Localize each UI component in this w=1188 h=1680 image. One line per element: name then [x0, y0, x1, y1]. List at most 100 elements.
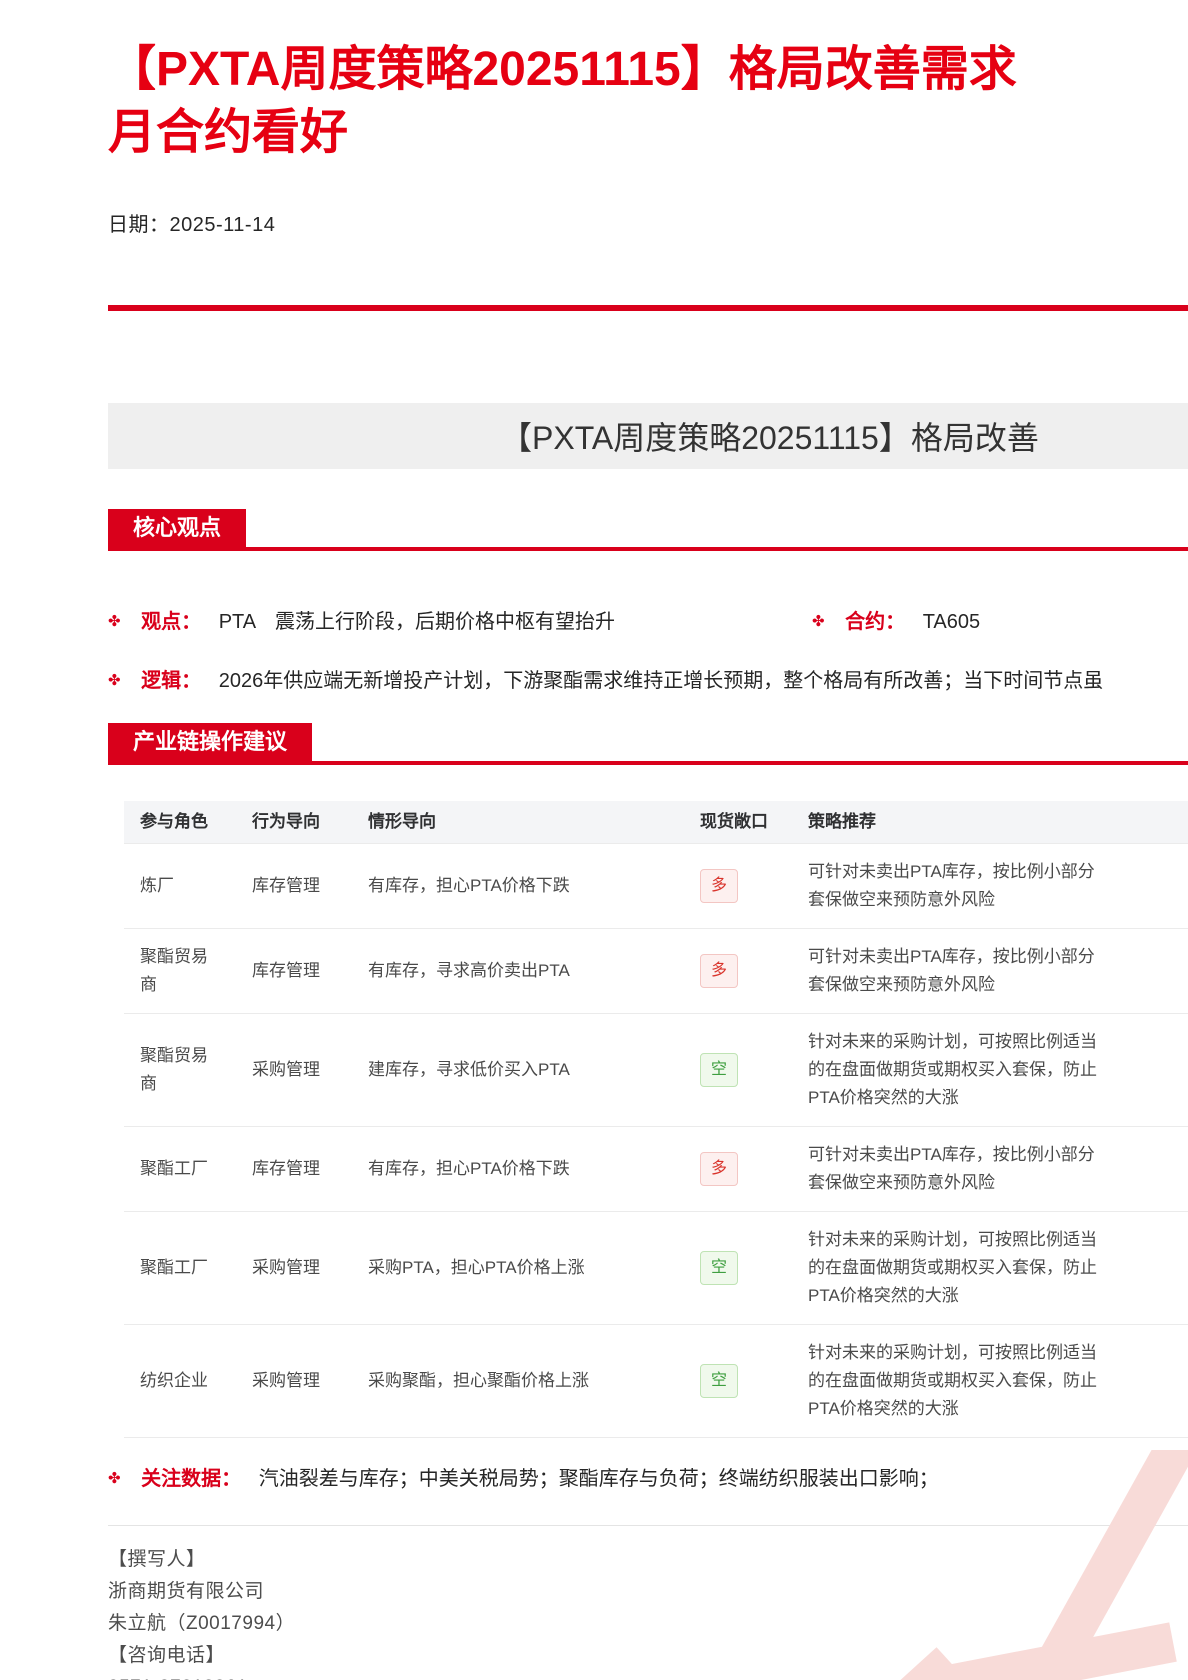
long-exposure-badge: 多	[700, 1152, 738, 1186]
page-title-line-2: 月合约看好	[108, 106, 349, 159]
col-header-behavior: 行为导向	[236, 801, 352, 844]
advice-table-header: 参与角色 行为导向 情形导向 现货敞口 策略推荐	[124, 801, 1188, 844]
strategy-cell: 针对未来的采购计划，可按照比例适当 的在盘面做期货或期权买入套保，防止 PTA价格突…	[792, 1324, 1188, 1438]
viewpoint-label: 观点：	[141, 611, 202, 633]
viewpoint-text: PTA 震荡上行阶段，后期价格中枢有望抬升	[218, 611, 616, 633]
footer-divider	[108, 1525, 1188, 1526]
strategy-line: 可针对未卖出PTA库存，按比例小部分	[808, 862, 1095, 881]
strategy-line: 可针对未卖出PTA库存，按比例小部分	[808, 947, 1095, 966]
strategy-line: PTA价格突然的大涨	[808, 1286, 959, 1305]
footer-company: 浙商期货有限公司	[108, 1581, 265, 1602]
situation-cell: 有库存，寻求高价卖出PTA	[352, 928, 684, 1014]
report-page: 【PXTA周度策略20251115】格局改善需求 月合约看好 日期：2025-1…	[0, 0, 1188, 1680]
page-title: 【PXTA周度策略20251115】格局改善需求 月合约看好	[108, 0, 1188, 164]
strategy-cell: 可针对未卖出PTA库存，按比例小部分 套保做空来预防意外风险	[792, 928, 1188, 1014]
exposure-cell: 空	[684, 1013, 792, 1127]
top-red-divider	[108, 305, 1188, 311]
role-cell: 聚酯贸易商	[124, 928, 236, 1014]
situation-cell: 采购PTA，担心PTA价格上涨	[352, 1211, 684, 1325]
footer-phone-section: 【咨询电话】	[108, 1645, 226, 1666]
contract-item: ✤ 合约： TA605	[812, 605, 980, 634]
short-exposure-badge: 空	[700, 1364, 738, 1398]
contract-label: 合约：	[845, 611, 906, 633]
strategy-line: 套保做空来预防意外风险	[808, 890, 995, 909]
strategy-cell: 针对未来的采购计划，可按照比例适当 的在盘面做期货或期权买入套保，防止 PTA价格突…	[792, 1211, 1188, 1325]
role-cell: 聚酯工厂	[124, 1211, 236, 1325]
bullet-diamond-icon: ✤	[812, 613, 825, 630]
exposure-cell: 空	[684, 1324, 792, 1438]
strategy-line: 的在盘面做期货或期权买入套保，防止	[808, 1060, 1097, 1079]
behavior-cell: 库存管理	[236, 928, 352, 1014]
date-value: 2025-11-14	[169, 214, 276, 236]
section-header-advice: 产业链操作建议	[108, 723, 1188, 765]
exposure-cell: 多	[684, 928, 792, 1014]
situation-cell: 有库存，担心PTA价格下跌	[352, 1126, 684, 1212]
role-cell: 纺织企业	[124, 1324, 236, 1438]
table-row: 纺织企业 采购管理 采购聚酯，担心聚酯价格上涨空 针对未来的采购计划，可按照比例适当的…	[124, 1324, 1188, 1438]
table-row: 炼厂 库存管理 有库存，担心PTA价格下跌多 可针对未卖出PTA库存，按比例小部分 套保…	[124, 843, 1188, 929]
header-row: 参与角色 行为导向 情形导向 现货敞口 策略推荐	[124, 801, 1188, 844]
table-row: 聚酯工厂 采购管理 采购PTA，担心PTA价格上涨空 针对未来的采购计划，可按照比例适…	[124, 1211, 1188, 1325]
advice-table-body: 炼厂 库存管理 有库存，担心PTA价格下跌多可针对未卖出PTA库存，按比例小部分 套保…	[124, 843, 1188, 1438]
strategy-line: 套保做空来预防意外风险	[808, 975, 995, 994]
strategy-line: 的在盘面做期货或期权买入套保，防止	[808, 1258, 1097, 1277]
logic-text: 2026年供应端无新增投产计划，下游聚酯需求维持正增长预期，整个格局有所改善；当…	[218, 670, 1104, 692]
footer-author: 朱立航（Z0017994）	[108, 1613, 296, 1634]
page-title-line-1: 【PXTA周度策略20251115】格局改善需求	[108, 43, 1017, 96]
focus-data-item: ✤ 关注数据： 汽油裂差与库存；中美关税局势；聚酯库存与负荷；终端纺织服装出口影…	[108, 1468, 939, 1490]
bullet-diamond-icon: ✤	[108, 672, 121, 689]
role-cell: 聚酯贸易商	[124, 1013, 236, 1127]
strategy-cell: 针对未来的采购计划，可按照比例适当 的在盘面做期货或期权买入套保，防止 PTA价格突…	[792, 1013, 1188, 1127]
logic-label: 逻辑：	[141, 670, 202, 692]
logic-item: ✤ 逻辑： 2026年供应端无新增投产计划，下游聚酯需求维持正增长预期，整个格局…	[108, 670, 1103, 692]
strategy-line: 针对未来的采购计划，可按照比例适当	[808, 1032, 1097, 1051]
short-exposure-badge: 空	[700, 1251, 738, 1285]
date-label: 日期：	[108, 214, 170, 236]
focus-data-label: 关注数据：	[141, 1468, 242, 1490]
strategy-line: 可针对未卖出PTA库存，按比例小部分	[808, 1145, 1095, 1164]
short-exposure-badge: 空	[700, 1053, 738, 1087]
bullet-diamond-icon: ✤	[108, 613, 121, 630]
exposure-cell: 空	[684, 1211, 792, 1325]
exposure-cell: 多	[684, 843, 792, 929]
behavior-cell: 采购管理	[236, 1211, 352, 1325]
col-header-situation: 情形导向	[352, 801, 684, 844]
situation-cell: 建库存，寻求低价买入PTA	[352, 1013, 684, 1127]
footer-author-section: 【撰写人】	[108, 1549, 206, 1570]
role-cell: 聚酯工厂	[124, 1126, 236, 1212]
date-row: 日期：2025-11-14	[108, 208, 1188, 237]
strategy-line: 套保做空来预防意外风险	[808, 1173, 995, 1192]
strategy-line: PTA价格突然的大涨	[808, 1088, 959, 1107]
section-title-advice: 产业链操作建议	[108, 723, 313, 761]
advice-table: 参与角色 行为导向 情形导向 现货敞口 策略推荐 炼厂 库存管理 有库存，担心PTA…	[124, 801, 1188, 1438]
report-content: 【PXTA周度策略20251115】格局改善需求 月合约看好 日期：2025-1…	[108, 0, 1188, 1680]
strategy-line: PTA价格突然的大涨	[808, 1399, 959, 1418]
viewpoint-row: ✤ 观点： PTA 震荡上行阶段，后期价格中枢有望抬升 ✤ 合约： TA605	[108, 605, 1188, 634]
strategy-line: 针对未来的采购计划，可按照比例适当	[808, 1343, 1097, 1362]
role-cell: 炼厂	[124, 843, 236, 929]
focus-data-text: 汽油裂差与库存；中美关税局势；聚酯库存与负荷；终端纺织服装出口影响；	[258, 1468, 939, 1490]
report-banner: 【PXTA周度策略20251115】格局改善	[108, 403, 1188, 469]
long-exposure-badge: 多	[700, 869, 738, 903]
strategy-line: 针对未来的采购计划，可按照比例适当	[808, 1230, 1097, 1249]
behavior-cell: 库存管理	[236, 1126, 352, 1212]
situation-cell: 有库存，担心PTA价格下跌	[352, 843, 684, 929]
footer: 【撰写人】 浙商期货有限公司 朱立航（Z0017994） 【咨询电话】 0571…	[108, 1550, 1188, 1680]
exposure-cell: 多	[684, 1126, 792, 1212]
banner-title: 【PXTA周度策略20251115】格局改善	[500, 420, 1039, 456]
table-row: 聚酯工厂 库存管理 有库存，担心PTA价格下跌多 可针对未卖出PTA库存，按比例小部分…	[124, 1126, 1188, 1212]
focus-data-row: ✤ 关注数据： 汽油裂差与库存；中美关税局势；聚酯库存与负荷；终端纺织服装出口影…	[108, 1462, 1188, 1491]
behavior-cell: 采购管理	[236, 1013, 352, 1127]
bullet-diamond-icon: ✤	[108, 1470, 121, 1487]
contract-text: TA605	[922, 611, 981, 633]
section-title-core: 核心观点	[108, 509, 247, 547]
long-exposure-badge: 多	[700, 954, 738, 988]
viewpoint-item: ✤ 观点： PTA 震荡上行阶段，后期价格中枢有望抬升	[108, 611, 615, 633]
table-row: 聚酯贸易商 库存管理 有库存，寻求高价卖出PTA 多 可针对未卖出PTA库存，按比例小部…	[124, 928, 1188, 1014]
col-header-exposure: 现货敞口	[684, 801, 792, 844]
logic-row: ✤ 逻辑： 2026年供应端无新增投产计划，下游聚酯需求维持正增长预期，整个格局…	[108, 664, 1188, 693]
strategy-cell: 可针对未卖出PTA库存，按比例小部分 套保做空来预防意外风险	[792, 843, 1188, 929]
col-header-role: 参与角色	[124, 801, 236, 844]
strategy-line: 的在盘面做期货或期权买入套保，防止	[808, 1371, 1097, 1390]
strategy-cell: 可针对未卖出PTA库存，按比例小部分 套保做空来预防意外风险	[792, 1126, 1188, 1212]
